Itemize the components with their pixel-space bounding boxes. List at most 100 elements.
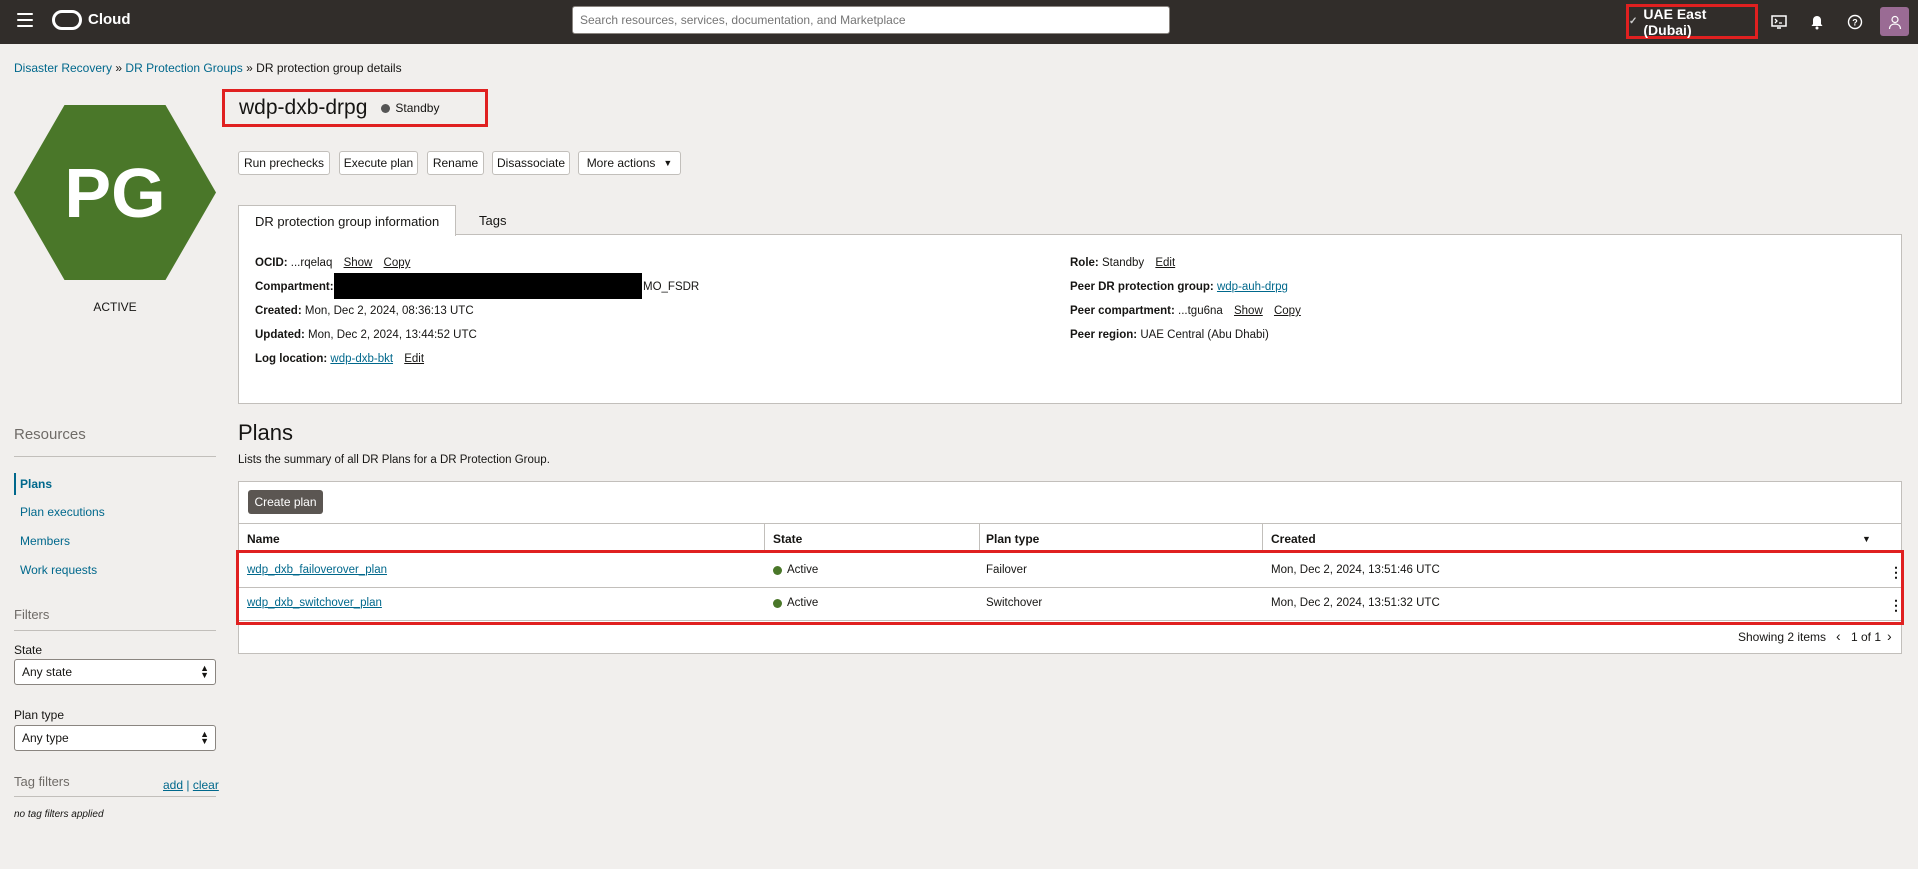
row-actions-kebab-icon[interactable]: ⋮ xyxy=(1889,598,1903,612)
tag-filter-links: add | clear xyxy=(163,778,219,792)
breadcrumb-disaster-recovery[interactable]: Disaster Recovery xyxy=(14,61,112,75)
help-icon[interactable]: ? xyxy=(1844,11,1866,33)
updated-label: Updated: xyxy=(255,329,305,341)
ocid-copy-link[interactable]: Copy xyxy=(384,257,411,269)
plan-type: Failover xyxy=(986,564,1027,576)
row-actions-kebab-icon[interactable]: ⋮ xyxy=(1889,565,1903,579)
page-title-highlight: wdp-dxb-drpg Standby xyxy=(222,89,488,127)
tag-add-link[interactable]: add xyxy=(163,778,183,792)
updown-icon: ▲ ▼ xyxy=(200,729,209,746)
column-header-state[interactable]: State xyxy=(773,527,802,551)
prev-page-icon[interactable]: ‹ xyxy=(1836,628,1841,644)
plan-name-link[interactable]: wdp_dxb_failoverover_plan xyxy=(247,564,387,576)
ocid-show-link[interactable]: Show xyxy=(344,257,373,269)
disassociate-button[interactable]: Disassociate xyxy=(492,151,570,175)
plan-created: Mon, Dec 2, 2024, 13:51:32 UTC xyxy=(1271,597,1440,609)
plans-heading: Plans xyxy=(238,420,294,445)
peer-group-row: Peer DR protection group: wdp-auh-drpg xyxy=(1070,281,1288,293)
page-title: wdp-dxb-drpg xyxy=(239,96,368,119)
active-dot-icon xyxy=(773,565,782,575)
table-row: wdp_dxb_switchover_plan xyxy=(247,597,382,609)
oracle-logo[interactable] xyxy=(52,10,82,30)
no-tag-filters-text: no tag filters applied xyxy=(14,809,104,820)
created-label: Created: xyxy=(255,305,302,317)
peer-compartment-value: ...tgu6na xyxy=(1178,305,1223,317)
plan-type-filter-select[interactable]: Any type ▲ ▼ xyxy=(14,725,216,751)
breadcrumb-separator: » xyxy=(246,61,253,75)
resources-heading: Resources xyxy=(14,426,86,443)
sidebar-item-work-requests[interactable]: Work requests xyxy=(20,563,97,577)
divider xyxy=(14,796,216,797)
column-separator xyxy=(764,523,765,551)
peer-group-link[interactable]: wdp-auh-drpg xyxy=(1217,281,1288,293)
compartment-row: Compartment: xyxy=(255,281,334,293)
state-filter-value: Any state xyxy=(22,665,73,679)
plan-state-text: Active xyxy=(787,597,819,609)
state-filter-select[interactable]: Any state ▲ ▼ xyxy=(14,659,216,685)
plan-type-filter-label: Plan type xyxy=(14,708,65,722)
status-text: Standby xyxy=(395,101,440,115)
breadcrumb: Disaster Recovery » DR Protection Groups… xyxy=(14,61,402,75)
sort-descending-icon[interactable]: ▼ xyxy=(1862,534,1871,544)
nav-selected-indicator xyxy=(14,473,16,495)
plan-name-link[interactable]: wdp_dxb_switchover_plan xyxy=(247,597,382,609)
bell-icon[interactable] xyxy=(1806,11,1828,33)
updated-row: Updated: Mon, Dec 2, 2024, 13:44:52 UTC xyxy=(255,329,477,341)
tag-filters-heading: Tag filters xyxy=(14,774,70,789)
role-edit-link[interactable]: Edit xyxy=(1155,257,1175,269)
sidebar-item-plans[interactable]: Plans xyxy=(20,477,52,491)
cloud-shell-icon[interactable] xyxy=(1768,11,1790,33)
brand-label[interactable]: Cloud xyxy=(88,11,131,28)
column-header-created[interactable]: Created xyxy=(1271,527,1316,551)
peer-compartment-label: Peer compartment: xyxy=(1070,305,1175,317)
log-location-edit-link[interactable]: Edit xyxy=(404,353,424,365)
compartment-label: Compartment: xyxy=(255,281,334,293)
created-row: Created: Mon, Dec 2, 2024, 08:36:13 UTC xyxy=(255,305,474,317)
menu-icon[interactable] xyxy=(17,13,33,27)
table-header-top-border xyxy=(239,523,1901,524)
updated-value: Mon, Dec 2, 2024, 13:44:52 UTC xyxy=(308,329,477,341)
active-dot-icon xyxy=(773,598,782,608)
plan-state-text: Active xyxy=(787,564,819,576)
log-location-link[interactable]: wdp-dxb-bkt xyxy=(330,353,393,365)
log-location-label: Log location: xyxy=(255,353,328,365)
updown-icon: ▲ ▼ xyxy=(200,663,209,680)
redacted-block xyxy=(334,273,642,299)
run-prechecks-button[interactable]: Run prechecks xyxy=(238,151,330,175)
plan-type-filter-value: Any type xyxy=(22,731,69,745)
column-header-name[interactable]: Name xyxy=(247,527,280,551)
rename-button[interactable]: Rename xyxy=(427,151,484,175)
column-separator xyxy=(1262,523,1263,551)
page-indicator: 1 of 1 xyxy=(1851,630,1882,644)
plans-table-container xyxy=(238,481,1902,654)
region-label: UAE East (Dubai) xyxy=(1643,5,1707,38)
peer-group-label: Peer DR protection group: xyxy=(1070,281,1214,293)
plan-state: Active xyxy=(773,597,818,609)
breadcrumb-dr-protection-groups[interactable]: DR Protection Groups xyxy=(125,61,242,75)
table-row: wdp_dxb_failoverover_plan xyxy=(247,564,387,576)
peer-compartment-show-link[interactable]: Show xyxy=(1234,305,1263,317)
user-icon[interactable] xyxy=(1880,7,1909,36)
plan-created: Mon, Dec 2, 2024, 13:51:46 UTC xyxy=(1271,564,1440,576)
search-input[interactable] xyxy=(572,6,1170,34)
log-location-row: Log location: wdp-dxb-bkt Edit xyxy=(255,353,424,365)
tab-dr-protection-group-information[interactable]: DR protection group information xyxy=(238,205,457,236)
execute-plan-button[interactable]: Execute plan xyxy=(339,151,418,175)
divider xyxy=(14,630,216,631)
tag-clear-link[interactable]: clear xyxy=(193,778,219,792)
column-header-plan-type[interactable]: Plan type xyxy=(986,527,1039,551)
link-separator: | xyxy=(186,778,190,792)
next-page-icon[interactable]: › xyxy=(1887,628,1892,644)
ocid-row: OCID: ...rqelaq Show Copy xyxy=(255,257,410,269)
peer-compartment-copy-link[interactable]: Copy xyxy=(1274,305,1301,317)
breadcrumb-separator: » xyxy=(115,61,123,75)
peer-region-value: UAE Central (Abu Dhabi) xyxy=(1140,329,1269,341)
peer-compartment-row: Peer compartment: ...tgu6na Show Copy xyxy=(1070,305,1301,317)
sidebar-item-members[interactable]: Members xyxy=(20,534,70,548)
tab-tags[interactable]: Tags xyxy=(463,205,522,235)
sidebar-item-plan-executions[interactable]: Plan executions xyxy=(20,505,105,519)
create-plan-button[interactable]: Create plan xyxy=(248,490,323,514)
region-selector[interactable]: ✓ UAE East (Dubai) xyxy=(1626,4,1758,39)
role-row: Role: Standby Edit xyxy=(1070,257,1175,269)
more-actions-button[interactable]: More actions ▼ xyxy=(578,151,681,175)
